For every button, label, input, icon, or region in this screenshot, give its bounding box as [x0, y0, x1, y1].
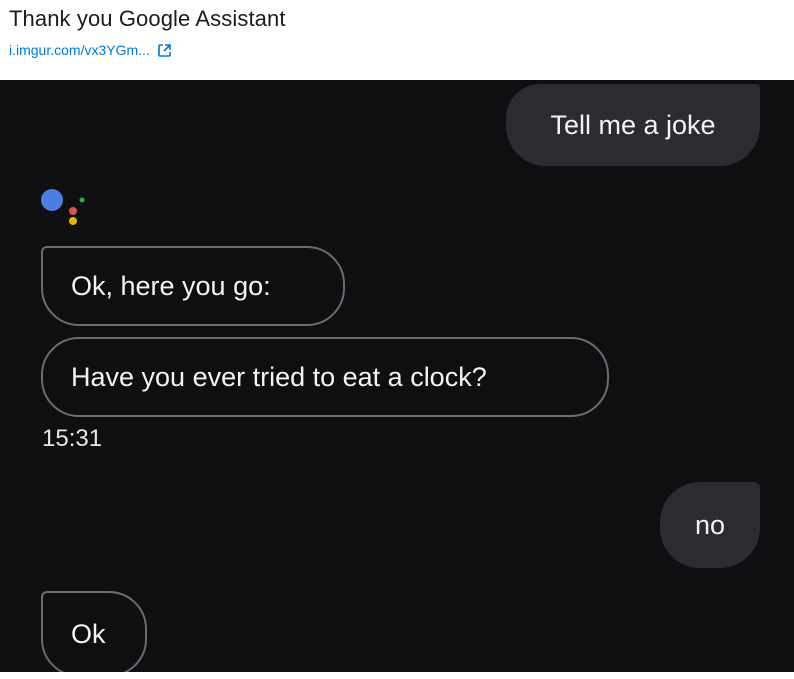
post-link-text[interactable]: i.imgur.com/vx3YGm... — [9, 42, 150, 58]
post-title[interactable]: Thank you Google Assistant — [9, 6, 286, 32]
assistant-message-bubble: Ok — [41, 591, 147, 672]
post-link[interactable]: i.imgur.com/vx3YGm... — [9, 42, 171, 58]
message-timestamp: 15:31 — [42, 425, 103, 452]
message-text: no — [694, 509, 726, 540]
external-link-icon[interactable] — [158, 43, 171, 57]
message-text: Tell me a joke — [550, 109, 716, 140]
post-header: Thank you Google Assistant i.imgur.com/v… — [0, 0, 794, 80]
assistant-message-bubble: Have you ever tried to eat a clock? — [41, 337, 609, 417]
message-text: Ok — [71, 618, 106, 649]
message-text: Ok, here you go: — [71, 270, 271, 301]
bottom-divider — [0, 672, 794, 679]
message-text: Have you ever tried to eat a clock? — [71, 361, 487, 392]
user-message-bubble: no — [660, 482, 760, 568]
user-message-bubble: Tell me a joke — [506, 84, 760, 166]
assistant-message-bubble: Ok, here you go: — [41, 246, 345, 326]
chat-screenshot: Tell me a joke Ok, here you go: Have you… — [0, 80, 794, 672]
google-assistant-icon — [38, 184, 88, 228]
